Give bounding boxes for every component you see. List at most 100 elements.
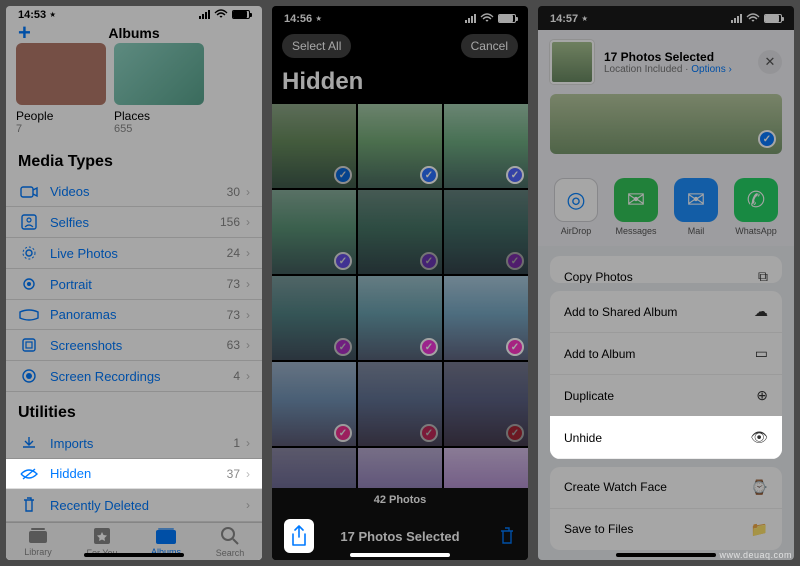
- row-count: 63: [227, 338, 240, 352]
- chevron-right-icon: ›: [729, 64, 732, 75]
- places-count: 655: [114, 123, 204, 135]
- add-button[interactable]: +: [18, 22, 31, 44]
- action-copy-photos[interactable]: Copy Photos ⧉: [550, 256, 782, 283]
- select-all-button[interactable]: Select All: [282, 34, 351, 58]
- share-app-messages[interactable]: ✉Messages: [614, 178, 658, 236]
- row-count: 37: [227, 467, 240, 481]
- checkmark-icon: [420, 424, 438, 442]
- total-count: 42 Photos: [272, 488, 528, 512]
- photo-cell[interactable]: [272, 276, 356, 360]
- trash-button[interactable]: [498, 526, 516, 546]
- tab-library[interactable]: Library: [6, 523, 70, 560]
- row-label: Recently Deleted: [50, 498, 149, 513]
- people-card[interactable]: People 7: [16, 43, 106, 135]
- action-label: Create Watch Face: [564, 480, 667, 494]
- panorama-icon: [18, 309, 40, 321]
- tab-label: Library: [24, 547, 52, 557]
- photo-cell[interactable]: [444, 104, 528, 188]
- photo-cell[interactable]: [358, 448, 442, 488]
- copy-icon: ⧉: [758, 268, 768, 283]
- utilities-row-hidden[interactable]: Hidden37›: [6, 459, 262, 489]
- row-label: Imports: [50, 436, 93, 451]
- whatsapp-icon: ✆: [734, 178, 778, 222]
- status-bar: 14:56 ⋆: [272, 6, 528, 30]
- tab-search[interactable]: Search: [198, 523, 262, 560]
- row-label: Selfies: [50, 215, 89, 230]
- share-app-mail[interactable]: ✉Mail: [674, 178, 718, 236]
- photo-cell[interactable]: [444, 276, 528, 360]
- utilities-row-imports[interactable]: Imports1›: [6, 428, 262, 459]
- share-sheet-header: 17 Photos Selected Location Included · O…: [538, 30, 794, 94]
- chevron-right-icon: ›: [246, 185, 250, 199]
- photo-cell[interactable]: [444, 448, 528, 488]
- selection-thumbnail: [550, 40, 594, 84]
- app-label: Messages: [615, 226, 656, 236]
- checkmark-icon: ✓: [758, 130, 776, 148]
- action-add-to-album[interactable]: Add to Album▭: [550, 333, 782, 375]
- chevron-right-icon: ›: [246, 215, 250, 229]
- options-link[interactable]: Options ›: [691, 64, 732, 75]
- utilities-row-recently-deleted[interactable]: Recently Deleted›: [6, 489, 262, 522]
- action-group: Create Watch Face⌚Save to Files📁Print⎙: [550, 467, 782, 550]
- checkmark-icon: [334, 166, 352, 184]
- row-count: 30: [227, 185, 240, 199]
- action-unhide[interactable]: Unhide👁: [550, 417, 782, 458]
- action-create-watch-face[interactable]: Create Watch Face⌚: [550, 467, 782, 509]
- photo-cell[interactable]: [358, 276, 442, 360]
- share-button[interactable]: [284, 519, 314, 553]
- photo-cell[interactable]: [272, 190, 356, 274]
- chevron-right-icon: ›: [246, 246, 250, 260]
- photo-cell[interactable]: [358, 104, 442, 188]
- action-label: Copy Photos: [564, 270, 633, 284]
- actions-list: Copy Photos ⧉ Add to Shared Album☁Add to A…: [538, 246, 794, 560]
- action-add-to-shared-album[interactable]: Add to Shared Album☁: [550, 291, 782, 333]
- selected-count: 17 Photos Selected: [340, 529, 459, 544]
- checkmark-icon: [334, 338, 352, 356]
- app-label: WhatsApp: [735, 226, 777, 236]
- livephoto-icon: [18, 245, 40, 261]
- people-label: People: [16, 109, 106, 123]
- share-app-airdrop[interactable]: ◎AirDrop: [554, 178, 598, 236]
- status-bar: 14:53 ⋆: [6, 6, 262, 22]
- portrait-icon: [18, 276, 40, 292]
- media-row-screen-recordings[interactable]: Screen Recordings4›: [6, 361, 262, 392]
- preview-photo[interactable]: ✓: [550, 94, 782, 154]
- action-save-to-files[interactable]: Save to Files📁: [550, 509, 782, 550]
- cancel-button[interactable]: Cancel: [461, 34, 518, 58]
- battery-icon: [764, 14, 782, 23]
- checkmark-icon: [506, 252, 524, 270]
- row-label: Screen Recordings: [50, 369, 161, 384]
- home-indicator[interactable]: [350, 553, 450, 557]
- places-card[interactable]: Places 655: [114, 43, 204, 135]
- row-count: 73: [227, 277, 240, 291]
- selection-title: 17 Photos Selected: [604, 50, 732, 64]
- photo-cell[interactable]: [444, 362, 528, 446]
- media-row-portrait[interactable]: Portrait73›: [6, 269, 262, 300]
- import-icon: [18, 435, 40, 451]
- media-row-selfies[interactable]: Selfies156›: [6, 207, 262, 238]
- action-duplicate[interactable]: Duplicate⊕: [550, 375, 782, 417]
- media-row-live-photos[interactable]: Live Photos24›: [6, 238, 262, 269]
- checkmark-icon: [334, 424, 352, 442]
- row-count: 73: [227, 308, 240, 322]
- home-indicator[interactable]: [616, 553, 716, 557]
- row-count: 24: [227, 246, 240, 260]
- hidden-album-screen: 14:56 ⋆ Select All Cancel Hidden 42 Phot…: [272, 6, 528, 560]
- share-app-whatsapp[interactable]: ✆ WhatsApp: [734, 178, 778, 236]
- checkmark-icon: [420, 338, 438, 356]
- checkmark-icon: [506, 424, 524, 442]
- photo-cell[interactable]: [358, 362, 442, 446]
- photo-cell[interactable]: [272, 448, 356, 488]
- share-icon: [290, 525, 308, 547]
- media-row-panoramas[interactable]: Panoramas73›: [6, 300, 262, 330]
- media-row-screenshots[interactable]: Screenshots63›: [6, 330, 262, 361]
- photo-cell[interactable]: [358, 190, 442, 274]
- photo-cell[interactable]: [272, 362, 356, 446]
- close-button[interactable]: ✕: [758, 50, 782, 74]
- home-indicator[interactable]: [84, 553, 184, 557]
- action-label: Duplicate: [564, 389, 614, 403]
- photo-cell[interactable]: [444, 190, 528, 274]
- action-group: Add to Shared Album☁Add to Album▭Duplica…: [550, 291, 782, 458]
- photo-cell[interactable]: [272, 104, 356, 188]
- media-row-videos[interactable]: Videos30›: [6, 177, 262, 207]
